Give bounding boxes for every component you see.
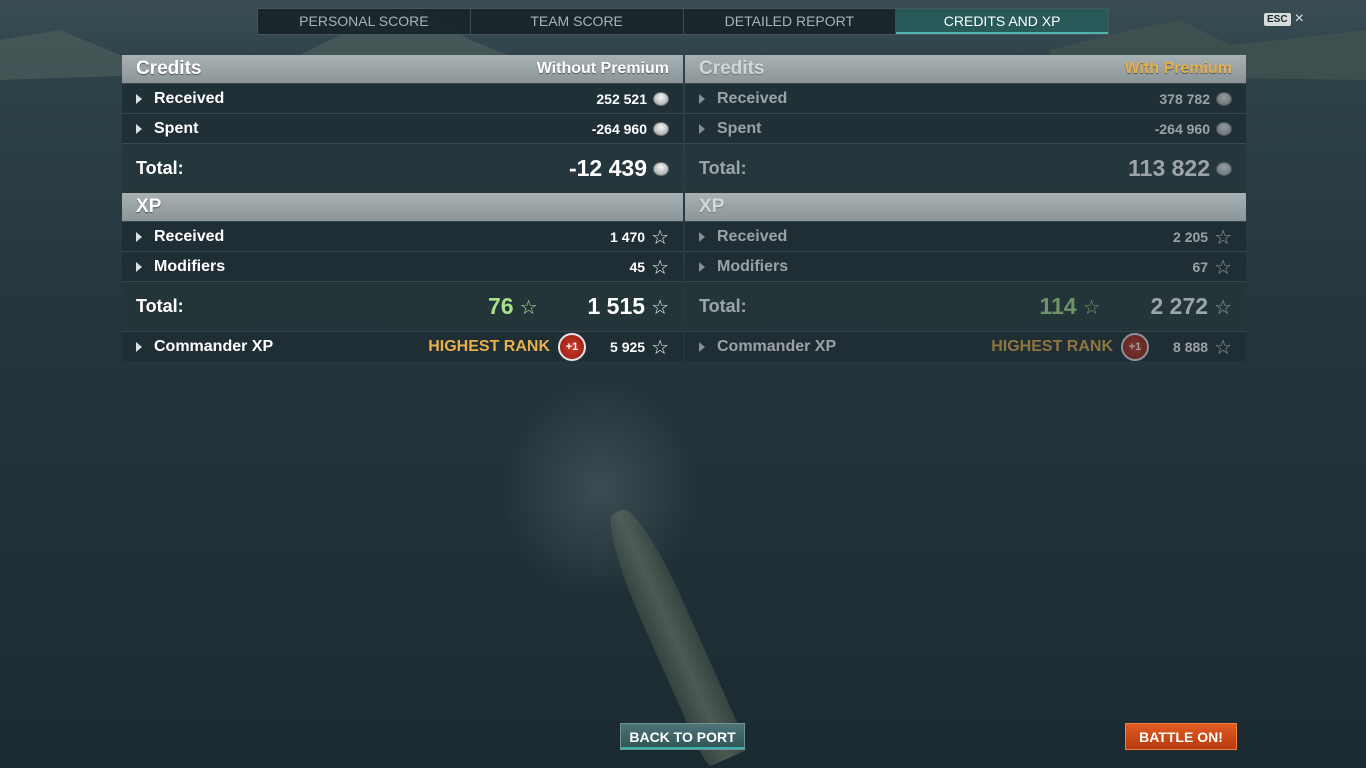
xp-total-row: Total: 114 ☆ 2 272 ☆	[685, 281, 1246, 331]
row-label: Received	[717, 227, 788, 245]
rank-badge-icon: +1	[1121, 332, 1150, 361]
tab-personal-score[interactable]: PERSONAL SCORE	[258, 9, 471, 34]
credits-title: Credits	[136, 58, 202, 79]
tab-bar: PERSONAL SCORE TEAM SCORE DETAILED REPOR…	[257, 8, 1109, 35]
expand-arrow-icon[interactable]	[699, 261, 705, 272]
tab-detailed-report[interactable]: DETAILED REPORT	[684, 9, 897, 34]
row-label: Spent	[717, 119, 762, 137]
credits-coin-icon	[653, 161, 669, 176]
credits-coin-icon	[653, 121, 669, 136]
row-value: 2 205	[1173, 228, 1209, 245]
row-value: 378 782	[1159, 90, 1210, 107]
commander-xp-row[interactable]: Commander XP HIGHEST RANK +1 8 888 ☆	[685, 331, 1246, 361]
ship-wake	[500, 380, 700, 600]
tab-team-score[interactable]: TEAM SCORE	[471, 9, 684, 34]
row-value: -264 960	[591, 120, 647, 137]
rank-badge-icon: +1	[558, 332, 587, 361]
row-value: 1 470	[610, 228, 646, 245]
free-xp-star-icon: ☆	[519, 294, 538, 319]
row-value: 5 925	[610, 338, 646, 355]
xp-header: XP	[122, 193, 683, 221]
xp-total-row: Total: 76 ☆ 1 515 ☆	[122, 281, 683, 331]
xp-star-icon: ☆	[1214, 334, 1232, 359]
highest-rank-label: HIGHEST RANK	[991, 337, 1114, 355]
xp-total-value: 2 272	[1150, 293, 1209, 319]
close-icon: ×	[1294, 10, 1304, 27]
row-label: Received	[717, 89, 788, 107]
close-button[interactable]: ESC ×	[1264, 10, 1304, 27]
credits-received-row[interactable]: Received 378 782	[685, 83, 1246, 113]
credits-received-row[interactable]: Received 252 521	[122, 83, 683, 113]
expand-arrow-icon[interactable]	[699, 341, 705, 352]
total-label: Total:	[136, 158, 184, 178]
expand-arrow-icon[interactable]	[136, 341, 142, 352]
xp-star-icon: ☆	[651, 224, 669, 249]
credits-total-row: Total: -12 439	[122, 143, 683, 193]
xp-received-row[interactable]: Received 1 470 ☆	[122, 221, 683, 251]
highest-rank-label: HIGHEST RANK	[428, 337, 551, 355]
premium-label: With Premium	[1124, 60, 1232, 77]
credits-coin-icon	[653, 91, 669, 106]
row-label: Commander XP	[717, 337, 837, 355]
credits-coin-icon	[1216, 121, 1232, 136]
row-value: 8 888	[1173, 338, 1209, 355]
credits-total-row: Total: 113 822	[685, 143, 1246, 193]
credits-coin-icon	[1216, 91, 1232, 106]
credits-header: Credits With Premium	[685, 55, 1246, 83]
expand-arrow-icon[interactable]	[136, 123, 142, 134]
xp-received-row[interactable]: Received 2 205 ☆	[685, 221, 1246, 251]
xp-header: XP	[685, 193, 1246, 221]
row-label: Modifiers	[717, 257, 789, 275]
row-value: 45	[629, 258, 646, 275]
expand-arrow-icon[interactable]	[699, 93, 705, 104]
free-xp-group: 76 ☆	[488, 293, 538, 320]
premium-label: Without Premium	[536, 60, 669, 77]
row-label: Received	[154, 89, 225, 107]
credits-spent-row[interactable]: Spent -264 960	[122, 113, 683, 143]
expand-arrow-icon[interactable]	[136, 93, 142, 104]
credits-coin-icon	[1216, 161, 1232, 176]
free-xp-value: 76	[487, 293, 514, 319]
with-premium-panel: Credits With Premium Received 378 782 Sp…	[685, 55, 1246, 361]
expand-arrow-icon[interactable]	[136, 231, 142, 242]
tab-credits-and-xp[interactable]: CREDITS AND XP	[896, 9, 1108, 34]
total-label: Total:	[699, 296, 747, 316]
xp-title: XP	[136, 196, 162, 217]
xp-star-icon: ☆	[1214, 224, 1232, 249]
without-premium-panel: Credits Without Premium Received 252 521…	[122, 55, 683, 361]
row-label: Modifiers	[154, 257, 226, 275]
xp-star-icon: ☆	[651, 334, 669, 359]
free-xp-value: 114	[1039, 293, 1077, 319]
expand-arrow-icon[interactable]	[136, 261, 142, 272]
free-xp-group: 114 ☆	[1039, 293, 1100, 320]
esc-key-badge: ESC	[1264, 12, 1291, 26]
expand-arrow-icon[interactable]	[699, 231, 705, 242]
battle-on-button[interactable]: BATTLE ON!	[1125, 723, 1237, 750]
row-value: 252 521	[596, 90, 647, 107]
xp-total-value: 1 515	[587, 293, 646, 319]
total-label: Total:	[136, 296, 184, 316]
credits-title: Credits	[699, 58, 765, 79]
free-xp-star-icon: ☆	[1082, 294, 1101, 319]
xp-title: XP	[699, 196, 725, 217]
credits-spent-row[interactable]: Spent -264 960	[685, 113, 1246, 143]
row-label: Commander XP	[154, 337, 274, 355]
row-label: Spent	[154, 119, 199, 137]
xp-star-icon: ☆	[651, 254, 669, 279]
back-to-port-button[interactable]: BACK TO PORT	[620, 723, 745, 750]
row-label: Received	[154, 227, 225, 245]
xp-star-icon: ☆	[1214, 294, 1232, 319]
row-value: 67	[1192, 258, 1209, 275]
commander-xp-row[interactable]: Commander XP HIGHEST RANK +1 5 925 ☆	[122, 331, 683, 361]
xp-modifiers-row[interactable]: Modifiers 67 ☆	[685, 251, 1246, 281]
xp-star-icon: ☆	[1214, 254, 1232, 279]
xp-modifiers-row[interactable]: Modifiers 45 ☆	[122, 251, 683, 281]
credits-total-value: 113 822	[1128, 155, 1210, 181]
row-value: -264 960	[1154, 120, 1210, 137]
credits-header: Credits Without Premium	[122, 55, 683, 83]
credits-total-value: -12 439	[568, 155, 647, 181]
xp-star-icon: ☆	[651, 294, 669, 319]
total-label: Total:	[699, 158, 747, 178]
expand-arrow-icon[interactable]	[699, 123, 705, 134]
